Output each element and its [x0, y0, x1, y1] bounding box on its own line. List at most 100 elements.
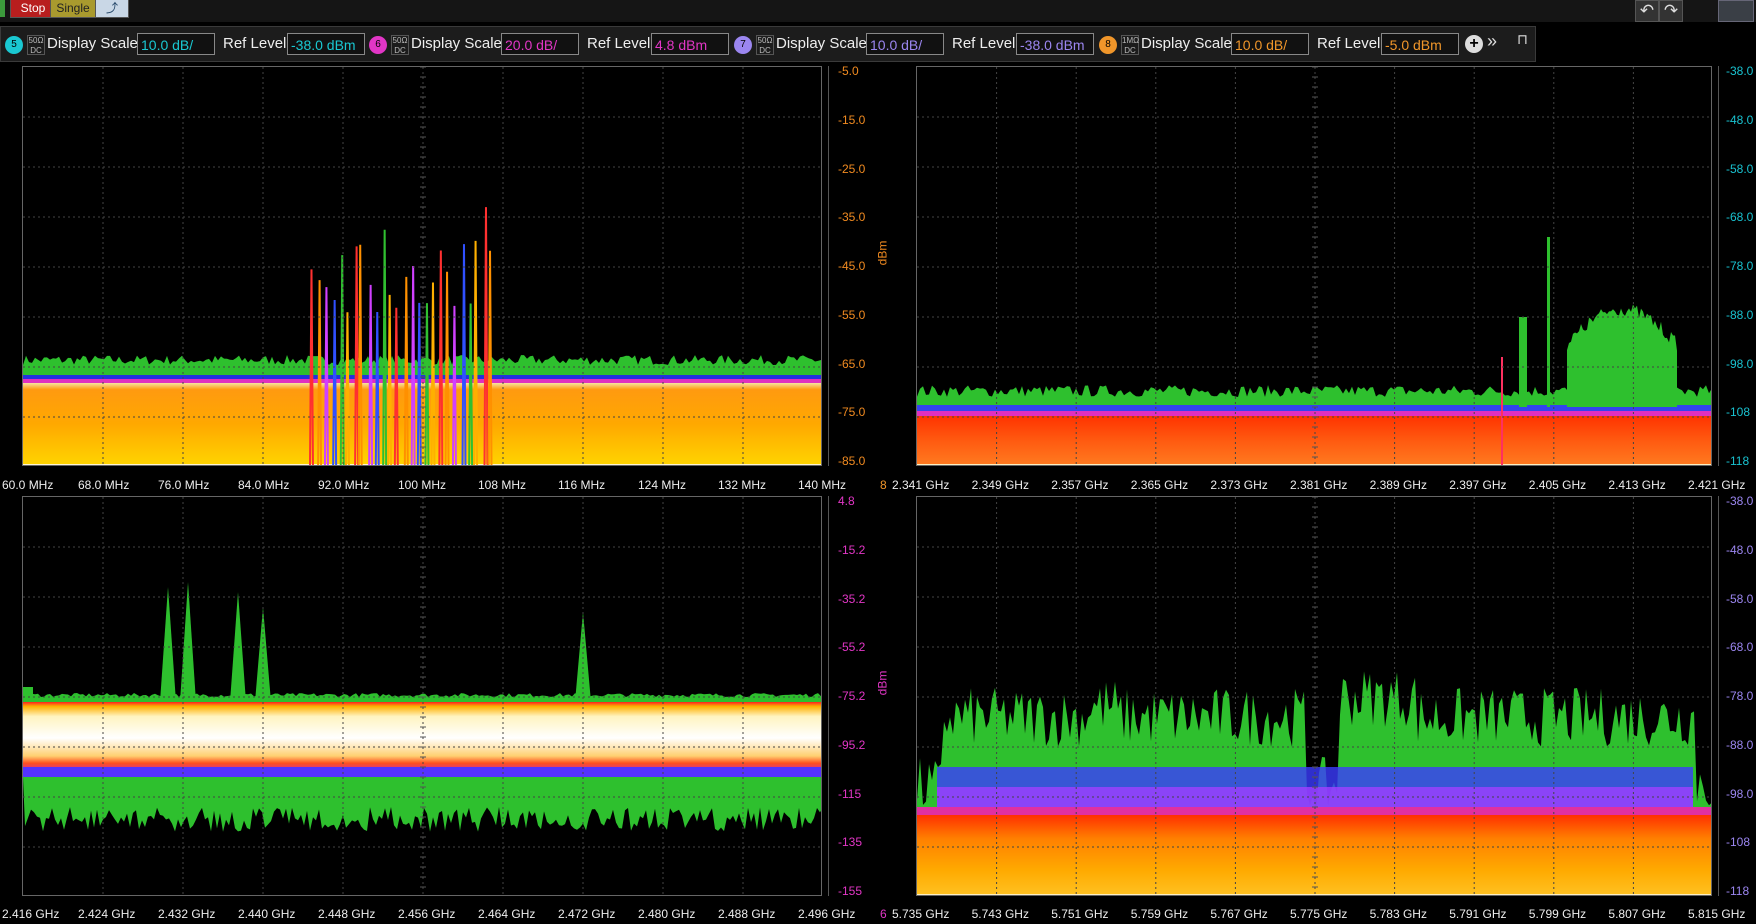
add-trace-button[interactable]: +	[1465, 35, 1483, 53]
y-axis-tick: -98.0	[1726, 356, 1754, 371]
x-axis-tick: 124 MHz	[638, 478, 687, 492]
x-axis-tick: 2.373 GHz	[1210, 478, 1268, 492]
x-axis-tick: 5.815 GHz	[1688, 907, 1746, 921]
y-axis-line	[828, 66, 829, 466]
y-axis-tick: -58.0	[1726, 591, 1754, 606]
trace-5-badge[interactable]: 5	[5, 36, 23, 54]
display-scale-label: Display Scale	[411, 35, 502, 52]
y-axis-tick: -88.0	[1726, 737, 1754, 752]
expand-toolbar-icon[interactable]: »	[1487, 31, 1497, 52]
ref-level-field[interactable]: -38.0 dBm	[1016, 33, 1094, 55]
x-axis-tick: 116 MHz	[558, 478, 606, 492]
spectrogram-graphic	[917, 67, 1711, 465]
x-axis-tick: 100 MHz	[398, 478, 447, 492]
redo-icon[interactable]: ↷	[1659, 0, 1683, 22]
x-axis-tick: 2.440 GHz	[238, 907, 296, 921]
y-axis-tick: -155	[838, 884, 863, 898]
x-axis-tick: 2.432 GHz	[158, 907, 216, 921]
x-axis-tick: 2.496 GHz	[798, 907, 856, 921]
x-axis-tick: 92.0 MHz	[318, 478, 370, 492]
x-axis-tick: 2.464 GHz	[478, 907, 536, 921]
trace-8-coupling[interactable]: 1MΩ DC	[1121, 35, 1139, 55]
ref-level-field[interactable]: -5.0 dBm	[1381, 33, 1459, 55]
x-axis-tick: 2.389 GHz	[1369, 478, 1427, 492]
x-axis-tick: 2.357 GHz	[1051, 478, 1109, 492]
y-axis-tick: -75.0	[838, 405, 866, 420]
ref-level-label: Ref Level	[223, 35, 287, 52]
x-axis-tick: 5.799 GHz	[1528, 907, 1587, 921]
spectrum-plot[interactable]	[916, 496, 1712, 896]
x-axis-tick: 5.759 GHz	[1130, 907, 1189, 921]
display-scale-field[interactable]: 10.0 dB/	[137, 33, 215, 55]
x-axis-tick: 2.480 GHz	[638, 907, 696, 921]
y-axis-tick: -58.0	[1726, 161, 1754, 176]
run-indicator	[0, 0, 5, 17]
y-axis-tick: -118	[1726, 884, 1750, 898]
x-axis-tick: 76.0 MHz	[158, 478, 210, 492]
ref-level-field[interactable]: 4.8 dBm	[651, 33, 729, 55]
display-scale-label: Display Scale	[776, 35, 867, 52]
y-axis-tick: -15.2	[838, 542, 866, 557]
x-axis-tick: 2.416 GHz	[2, 907, 60, 921]
y-axis-line	[1718, 496, 1719, 896]
trace-5-coupling[interactable]: 50Ω DC	[27, 35, 45, 55]
x-axis-tick: 140 MHz	[798, 478, 847, 492]
x-axis-tick: 2.365 GHz	[1130, 478, 1189, 492]
x-axis-tick: 2.397 GHz	[1449, 478, 1507, 492]
spectrogram-graphic	[23, 67, 821, 465]
y-axis-tick: -65.0	[838, 356, 866, 371]
display-scale-field[interactable]: 10.0 dB/	[866, 33, 944, 55]
x-axis-tick: 2.488 GHz	[718, 907, 776, 921]
y-axis-tick: 4.8	[838, 494, 855, 508]
x-axis-tick: 132 MHz	[718, 478, 767, 492]
y-axis-tick: -45.0	[838, 259, 866, 273]
y-axis-tick: -68.0	[1726, 640, 1754, 655]
ref-level-label: Ref Level	[587, 35, 651, 52]
trace-6-settings: 6 50Ω DC Display Scale 20.0 dB/ Ref Level…	[367, 31, 729, 57]
display-scale-field[interactable]: 10.0 dB/	[1231, 33, 1309, 55]
pin-icon[interactable]: ⊓	[1517, 31, 1528, 48]
x-axis-tick: 5.767 GHz	[1210, 907, 1268, 921]
trace-settings-toolbar: 5 50Ω DC Display Scale 10.0 dB/ Ref Level…	[0, 26, 1536, 62]
x-axis-tick: 5.783 GHz	[1369, 907, 1427, 921]
spectrum-plot[interactable]	[22, 66, 822, 466]
spectrum-plot[interactable]	[916, 66, 1712, 466]
x-axis-tick: 2.349 GHz	[971, 478, 1029, 492]
y-axis-tick: -5.0	[838, 64, 859, 78]
trace-number-label: 8	[880, 478, 887, 492]
spectrogram-graphic	[23, 497, 821, 895]
y-axis-tick: -55.0	[838, 307, 866, 322]
y-axis-tick: -95.2	[838, 737, 866, 752]
trace-6-badge[interactable]: 6	[369, 36, 387, 54]
y-axis-tick: -115	[838, 786, 862, 801]
display-scale-label: Display Scale	[47, 35, 138, 52]
trace-7-badge[interactable]: 7	[734, 36, 752, 54]
x-axis-tick: 108 MHz	[478, 478, 527, 492]
ref-level-field[interactable]: -38.0 dBm	[287, 33, 365, 55]
x-axis-tick: 2.341 GHz	[892, 478, 950, 492]
y-axis-tick: -35.2	[838, 591, 866, 606]
spectrum-plot[interactable]	[22, 496, 822, 896]
trace-8-badge[interactable]: 8	[1099, 36, 1117, 54]
window-layout-icon[interactable]	[1718, 0, 1754, 22]
y-axis-tick: -135	[838, 835, 863, 850]
x-axis-tick: 5.775 GHz	[1290, 907, 1348, 921]
spectrogram-graphic	[917, 497, 1711, 895]
trace-7-coupling[interactable]: 50Ω DC	[756, 35, 774, 55]
x-axis-tick: 5.743 GHz	[971, 907, 1029, 921]
y-axis-tick: -25.0	[838, 161, 866, 176]
y-axis-tick: -85.0	[838, 454, 866, 468]
x-axis-tick: 60.0 MHz	[2, 478, 54, 492]
trace-6-coupling[interactable]: 50Ω DC	[391, 35, 409, 55]
y-axis-tick: -38.0	[1726, 64, 1754, 78]
trace-5-settings: 5 50Ω DC Display Scale 10.0 dB/ Ref Level…	[3, 31, 365, 57]
display-scale-field[interactable]: 20.0 dB/	[501, 33, 579, 55]
y-axis-tick: -35.0	[838, 210, 866, 225]
display-scale-label: Display Scale	[1141, 35, 1232, 52]
single-button[interactable]: Single	[50, 0, 96, 18]
auto-scale-icon[interactable]: ⤴	[95, 0, 129, 18]
x-axis-tick: 5.791 GHz	[1449, 907, 1507, 921]
undo-icon[interactable]: ↶	[1635, 0, 1659, 22]
y-axis-unit: dBm	[875, 240, 890, 266]
y-axis-tick: -118	[1726, 454, 1750, 468]
